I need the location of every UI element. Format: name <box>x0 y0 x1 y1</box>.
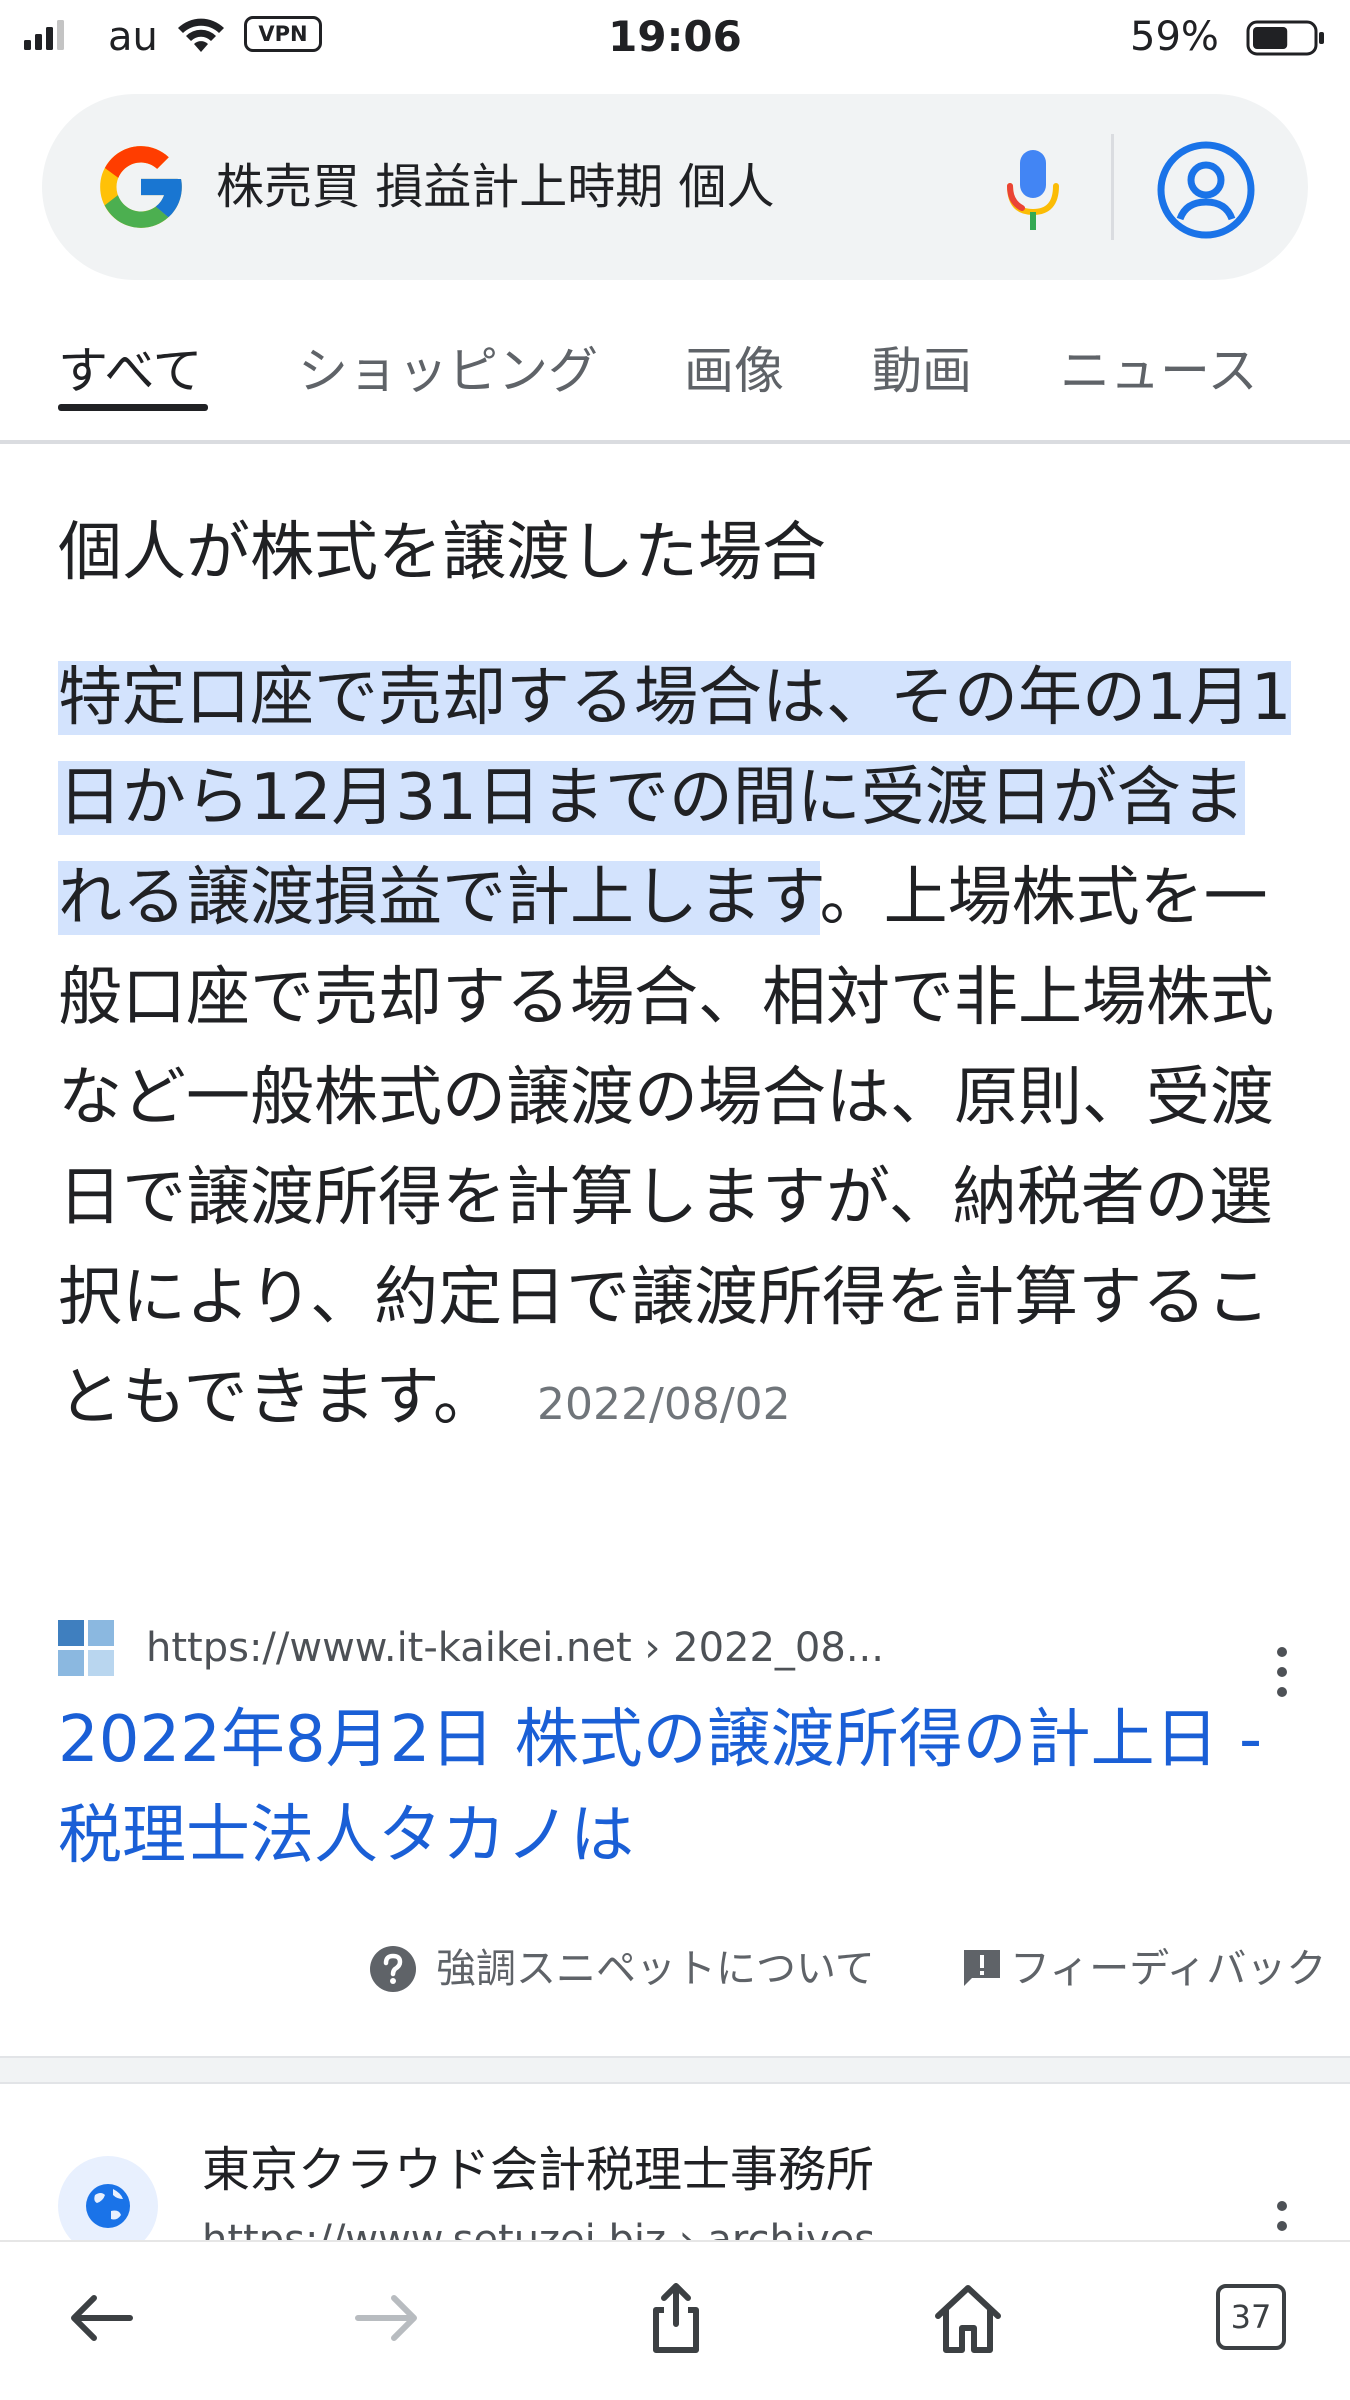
about-snippet-link[interactable]: 強調スニペットについて <box>436 1942 875 1996</box>
tab-images[interactable]: 画像 <box>684 336 784 406</box>
result-title-link[interactable]: 2022年8月2日 株式の譲渡所得の計上日 - 税理士法人タカノは <box>58 1692 1298 1884</box>
site-favicon-icon <box>58 1620 114 1676</box>
share-icon[interactable] <box>636 2278 716 2358</box>
snippet-date: 2022/08/02 <box>537 1379 791 1430</box>
snippet-text: 特定口座で売却する場合は、その年の1月1日から12月31日までの間に受渡日が含ま… <box>58 648 1294 1455</box>
status-bar: au VPN 19:06 59% <box>0 0 1350 74</box>
feedback-icon[interactable] <box>960 1946 1004 1990</box>
battery-icon <box>1246 20 1324 56</box>
tab-switcher-button[interactable]: 37 <box>1216 2284 1286 2350</box>
cellular-signal-icon <box>24 20 64 50</box>
back-arrow-icon[interactable] <box>60 2278 140 2358</box>
tab-news[interactable]: ニュース <box>1060 336 1258 406</box>
wifi-icon <box>178 18 224 52</box>
search-bar-divider <box>1111 134 1114 240</box>
battery-percent: 59% <box>1130 14 1219 60</box>
carrier-label: au <box>108 14 158 60</box>
result-site-name[interactable]: 東京クラウド会計税理士事務所 <box>202 2138 874 2202</box>
tabs-divider <box>0 440 1350 444</box>
tab-shopping[interactable]: ショッピング <box>298 336 598 406</box>
feedback-link[interactable]: フィーディバック <box>1010 1942 1326 1996</box>
search-input[interactable]: 株売買 損益計上時期 個人 <box>216 156 775 218</box>
search-tabs: すべて ショッピング 画像 動画 ニュース <box>0 318 1350 436</box>
source-url[interactable]: https://www.it-kaikei.net › 2022_08... <box>146 1620 884 1676</box>
snippet-heading: 個人が株式を譲渡した場合 <box>58 516 826 590</box>
snippet-body-text: 。上場株式を一般口座で売却する場合、相対で非上場株式など一般株式の譲渡の場合は、… <box>58 861 1274 1435</box>
help-icon[interactable] <box>368 1944 418 1994</box>
tab-all[interactable]: すべて <box>58 336 203 406</box>
forward-arrow-icon[interactable] <box>348 2278 428 2358</box>
vpn-badge: VPN <box>244 16 322 52</box>
globe-icon <box>86 2184 130 2228</box>
microphone-icon[interactable] <box>1000 146 1066 236</box>
tab-videos[interactable]: 動画 <box>872 336 972 406</box>
account-avatar-icon[interactable] <box>1156 140 1256 240</box>
home-icon[interactable] <box>928 2278 1008 2358</box>
active-tab-indicator <box>58 404 208 411</box>
google-logo-icon <box>100 146 182 228</box>
clock: 19:06 <box>608 12 742 61</box>
section-separator <box>0 2056 1350 2084</box>
